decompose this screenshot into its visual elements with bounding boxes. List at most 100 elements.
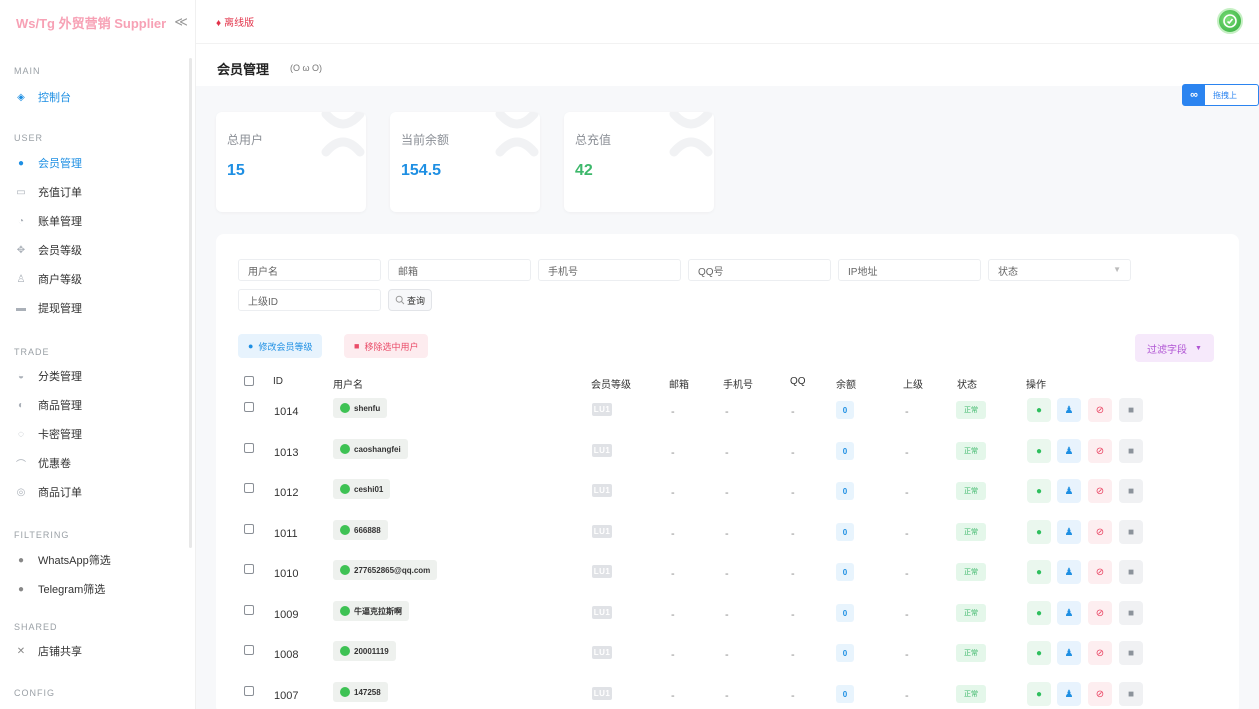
phone-filter[interactable]: 手机号 xyxy=(538,259,681,281)
trash-icon[interactable]: ■ xyxy=(1119,398,1143,422)
whatsapp-action-icon[interactable]: ● xyxy=(1027,601,1051,625)
user-edit-icon[interactable]: ♟ xyxy=(1057,560,1081,584)
remove-selected-label: 移除选中用户 xyxy=(364,341,419,352)
trash-icon[interactable]: ■ xyxy=(1119,439,1143,463)
user-edit-icon[interactable]: ♟ xyxy=(1057,439,1081,463)
row-checkbox[interactable] xyxy=(244,564,254,574)
whatsapp-action-icon[interactable]: ● xyxy=(1027,398,1051,422)
whatsapp-icon xyxy=(340,403,350,413)
col-member-level: 会员等级 xyxy=(591,380,631,391)
ban-icon[interactable]: ⊘ xyxy=(1088,479,1112,503)
user-edit-icon[interactable]: ♟ xyxy=(1057,479,1081,503)
stat-card-total-recharge: 总充值 42 xyxy=(564,112,714,212)
collapse-sidebar-icon[interactable]: ≪ xyxy=(174,14,188,30)
row-checkbox[interactable] xyxy=(244,524,254,534)
sidebar-item-telegram-filter[interactable]: ● Telegram筛选 xyxy=(14,578,182,600)
user-edit-icon[interactable]: ♟ xyxy=(1057,682,1081,706)
filter-fields-button[interactable]: 过滤字段 ▼ xyxy=(1135,334,1214,362)
whatsapp-action-icon[interactable]: ● xyxy=(1027,479,1051,503)
sidebar-item-members[interactable]: ● 会员管理 xyxy=(14,152,182,174)
whatsapp-action-icon[interactable]: ● xyxy=(1027,520,1051,544)
whatsapp-action-icon[interactable]: ● xyxy=(1027,682,1051,706)
ban-icon[interactable]: ⊘ xyxy=(1088,520,1112,544)
ban-icon[interactable]: ⊘ xyxy=(1088,682,1112,706)
ban-icon[interactable]: ⊘ xyxy=(1088,439,1112,463)
whatsapp-action-icon[interactable]: ● xyxy=(1027,560,1051,584)
row-id: 1012 xyxy=(274,487,299,499)
member-level-badge: LU1 xyxy=(592,687,612,700)
row-checkbox[interactable] xyxy=(244,605,254,615)
trash-icon[interactable]: ■ xyxy=(1119,560,1143,584)
avatar[interactable] xyxy=(1217,8,1243,34)
sidebar-item-withdrawals[interactable]: ▬ 提现管理 xyxy=(14,297,182,319)
username-text: 147258 xyxy=(354,687,381,697)
sidebar-item-member-levels[interactable]: ✥ 会员等级 xyxy=(14,239,182,261)
sidebar-item-card-keys[interactable]: ◌ 卡密管理 xyxy=(14,423,182,445)
user-edit-icon[interactable]: ♟ xyxy=(1057,641,1081,665)
username-chip: ceshi01 xyxy=(333,479,391,499)
balance-badge: 0 xyxy=(836,685,854,703)
query-button[interactable]: 查询 xyxy=(388,289,433,311)
username-text: shenfu xyxy=(354,403,381,413)
row-checkbox[interactable] xyxy=(244,645,254,655)
balance-badge: 0 xyxy=(836,604,854,622)
user-edit-icon[interactable]: ♟ xyxy=(1057,601,1081,625)
sidebar-item-product-orders[interactable]: ◎ 商品订单 xyxy=(14,481,182,503)
row-checkbox[interactable] xyxy=(244,686,254,696)
edit-member-level-button[interactable]: ● 修改会员等级 xyxy=(238,334,323,358)
trash-icon[interactable]: ■ xyxy=(1119,520,1143,544)
edit-level-label: 修改会员等级 xyxy=(258,341,313,352)
select-all-checkbox[interactable] xyxy=(244,376,254,386)
parent-id-filter[interactable]: 上级ID xyxy=(238,289,381,311)
sidebar-item-recharge-orders[interactable]: ▭ 充值订单 xyxy=(14,181,182,203)
sidebar-item-dashboard[interactable]: ◈ 控制台 xyxy=(14,86,182,108)
ban-icon[interactable]: ⊘ xyxy=(1088,560,1112,584)
qq-cell: - xyxy=(791,649,795,661)
brand: Ws/Tg 外贸营销 Supplier ≪ xyxy=(0,0,195,44)
trash-icon[interactable]: ■ xyxy=(1119,682,1143,706)
status-select[interactable]: 状态 ▼ xyxy=(988,259,1131,281)
row-checkbox[interactable] xyxy=(244,402,254,412)
sidebar-item-coupons[interactable]: ⌒ 优惠卷 xyxy=(14,452,182,474)
sidebar-item-label: 账单管理 xyxy=(38,216,82,228)
member-level-badge: LU1 xyxy=(592,403,612,416)
ip-filter[interactable]: IP地址 xyxy=(838,259,981,281)
sidebar-item-categories[interactable]: ◒ 分类管理 xyxy=(14,365,182,387)
row-checkbox[interactable] xyxy=(244,443,254,453)
trash-icon[interactable]: ■ xyxy=(1119,479,1143,503)
parent-cell: - xyxy=(905,568,909,580)
qq-filter[interactable]: QQ号 xyxy=(688,259,831,281)
sidebar-item-shop-share[interactable]: ✕ 店铺共享 xyxy=(14,640,182,662)
user-edit-icon[interactable]: ♟ xyxy=(1057,398,1081,422)
caret-down-icon: ▼ xyxy=(1195,344,1202,352)
user-edit-icon[interactable]: ♟ xyxy=(1057,520,1081,544)
sidebar-item-label: 商品管理 xyxy=(38,400,82,412)
drag-upload-button[interactable]: ∞ 拖拽上 xyxy=(1182,84,1259,106)
username-filter[interactable]: 用户名 xyxy=(238,259,381,281)
sidebar-item-bills[interactable]: ◔ 账单管理 xyxy=(14,210,182,232)
sidebar-item-label: 控制台 xyxy=(38,92,71,104)
remove-selected-users-button[interactable]: ■ 移除选中用户 xyxy=(344,334,429,358)
merchant-icon: ♙ xyxy=(16,273,26,285)
trash-icon[interactable]: ■ xyxy=(1119,601,1143,625)
ban-icon[interactable]: ⊘ xyxy=(1088,601,1112,625)
ban-icon[interactable]: ⊘ xyxy=(1088,398,1112,422)
whatsapp-icon xyxy=(340,646,350,656)
stat-value: 42 xyxy=(575,162,593,179)
stat-value: 15 xyxy=(227,162,245,179)
row-checkbox[interactable] xyxy=(244,483,254,493)
phone-cell: - xyxy=(725,447,729,459)
brand-title: Ws/Tg 外贸营销 Supplier xyxy=(16,15,167,31)
query-button-label: 查询 xyxy=(407,295,426,306)
email-filter[interactable]: 邮箱 xyxy=(388,259,531,281)
sidebar-item-merchant-levels[interactable]: ♙ 商户等级 xyxy=(14,268,182,290)
trash-icon[interactable]: ■ xyxy=(1119,641,1143,665)
whatsapp-action-icon[interactable]: ● xyxy=(1027,641,1051,665)
sidebar-scrollbar[interactable] xyxy=(189,58,192,548)
ban-icon[interactable]: ⊘ xyxy=(1088,641,1112,665)
whatsapp-action-icon[interactable]: ● xyxy=(1027,439,1051,463)
sidebar-item-whatsapp-filter[interactable]: ● WhatsApp筛选 xyxy=(14,549,182,571)
sidebar-item-label: 会员管理 xyxy=(38,158,82,170)
section-filtering: FILTERING xyxy=(14,530,70,540)
sidebar-item-products[interactable]: ◐ 商品管理 xyxy=(14,394,182,416)
